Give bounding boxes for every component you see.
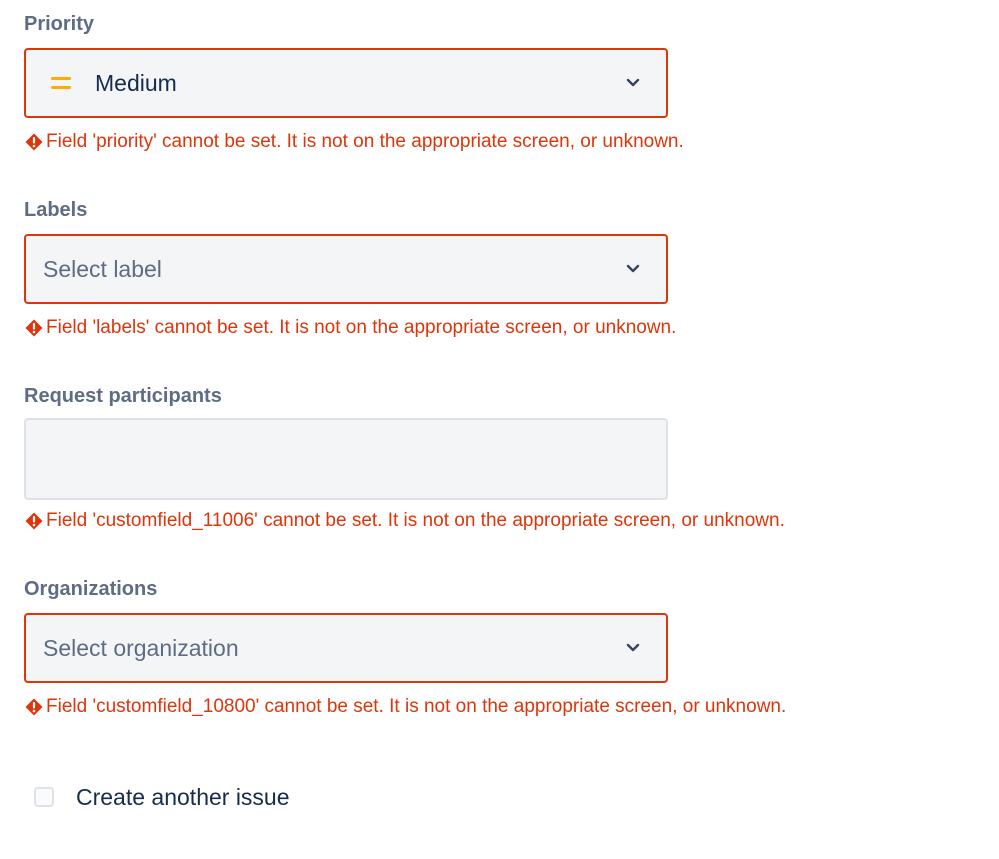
priority-select[interactable]: Medium <box>24 48 668 118</box>
priority-error: Field 'priority' cannot be set. It is no… <box>24 130 684 154</box>
organizations-select[interactable]: Select organization <box>24 613 668 683</box>
request-participants-error-text: Field 'customfield_11006' cannot be set.… <box>46 510 785 531</box>
error-icon <box>25 512 43 530</box>
labels-placeholder: Select label <box>43 256 162 282</box>
organizations-error-text: Field 'customfield_10800' cannot be set.… <box>46 696 787 717</box>
priority-value: Medium <box>95 70 177 96</box>
priority-label: Priority <box>24 13 95 35</box>
error-icon <box>25 133 43 151</box>
request-participants-label: Request participants <box>24 385 222 407</box>
error-icon <box>25 698 43 716</box>
request-participants-error: Field 'customfield_11006' cannot be set.… <box>24 509 785 533</box>
organizations-placeholder: Select organization <box>43 635 239 661</box>
create-another-issue-label[interactable]: Create another issue <box>76 784 290 811</box>
organizations-error: Field 'customfield_10800' cannot be set.… <box>24 695 786 719</box>
priority-error-text: Field 'priority' cannot be set. It is no… <box>46 131 684 152</box>
chevron-down-icon[interactable] <box>626 264 640 274</box>
labels-error-text: Field 'labels' cannot be set. It is not … <box>46 317 677 338</box>
labels-error: Field 'labels' cannot be set. It is not … <box>24 316 676 340</box>
error-icon <box>25 319 43 337</box>
chevron-down-icon[interactable] <box>626 643 640 653</box>
request-participants-input[interactable] <box>24 418 668 500</box>
chevron-down-icon[interactable] <box>626 78 640 88</box>
create-another-issue-row[interactable]: Create another issue <box>34 782 290 812</box>
priority-medium-icon <box>51 77 71 89</box>
labels-label: Labels <box>24 199 88 221</box>
create-another-issue-checkbox[interactable] <box>34 787 54 807</box>
organizations-label: Organizations <box>24 578 158 600</box>
labels-select[interactable]: Select label <box>24 234 668 304</box>
